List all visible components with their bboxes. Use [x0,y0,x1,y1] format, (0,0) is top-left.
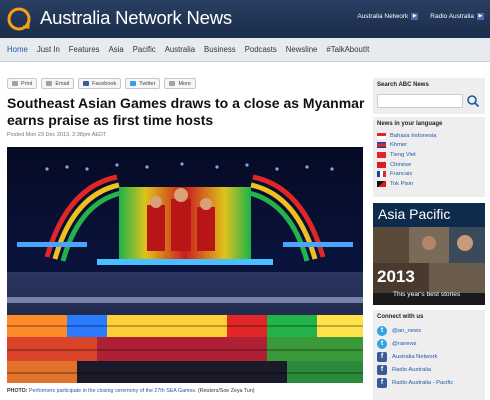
search-panel: Search ABC News [373,78,485,114]
connect-panel: Connect with us t @an_news t @ranews f A… [373,310,485,400]
plus-icon [169,81,176,86]
twitter-label: Twitter [139,80,156,87]
top-link-radio-australia[interactable]: Radio Australia ▶ [430,13,484,20]
language-item-chinese[interactable]: Chinese [377,160,481,170]
language-label: Bahasa Indonesia [390,132,437,139]
print-button[interactable]: Print [7,78,38,89]
caption-label: PHOTO: [7,388,28,394]
language-item-tok-pisin[interactable]: Tok Pisin [377,179,481,189]
abc-logo-icon[interactable] [6,6,32,32]
search-input[interactable] [377,94,463,108]
envelope-icon [46,81,53,86]
language-label: Khmer [390,142,408,149]
printer-icon [12,81,18,86]
article-headline: Southeast Asian Games draws to a close a… [7,95,365,128]
arrow-right-icon: ▶ [411,13,419,20]
nav-item-australia[interactable]: Australia [165,45,195,54]
language-label: Tieng Viet [390,151,416,158]
png-flag-icon [377,180,386,187]
language-label: Chinese [390,161,412,168]
nav-item-home[interactable]: Home [7,45,28,54]
arrow-right-icon: ▶ [477,13,484,20]
print-label: Print [21,80,33,87]
social-label: Radio Australia - Pacific [392,379,454,386]
facebook-label: Facebook [92,80,117,87]
site-title[interactable]: Australia Network News [40,7,232,29]
site-header: Australia Network News Australia Network… [0,0,490,38]
search-icon[interactable] [466,94,480,108]
facebook-icon: f [377,351,387,362]
article-dateline: Posted Mon 23 Dec 2013, 2:38pm AEDT [7,132,107,138]
nav-item-asia[interactable]: Asia [109,45,124,54]
vietnam-flag-icon [377,151,386,158]
indonesia-flag-icon [377,132,386,139]
social-link-australia-network-facebook[interactable]: f Australia Network [377,350,481,363]
social-link-radio-australia-pacific-facebook[interactable]: f Radio Australia - Pacific [377,376,481,389]
language-item-bahasa-indonesia[interactable]: Bahasa Indonesia [377,131,481,141]
twitter-icon [130,81,137,86]
social-label: @an_news [392,327,422,334]
closing-ceremony-image [7,147,363,383]
nav-item-newsline[interactable]: Newsline [286,45,318,54]
nav-item-pacific[interactable]: Pacific [133,45,156,54]
france-flag-icon [377,171,386,178]
top-link-label: Radio Australia [430,13,474,20]
social-link-radio-australia-facebook[interactable]: f Radio Australia [377,363,481,376]
facebook-share-button[interactable]: Facebook [78,78,122,89]
china-flag-icon [377,161,386,168]
nav-item-talkaboutit[interactable]: #TalkAboutIt [326,45,369,54]
search-title: Search ABC News [377,82,429,88]
photo-caption: PHOTO: Performers participate in the clo… [7,388,255,394]
email-button[interactable]: Email [41,78,75,89]
language-item-francais[interactable]: Francais [377,169,481,179]
language-label: Francais [390,171,413,178]
facebook-icon: f [377,377,387,388]
languages-panel: News in your language Bahasa Indonesia K… [373,117,485,197]
top-link-australia-network[interactable]: Australia Network ▶ [357,13,419,20]
language-item-tieng-viet[interactable]: Tieng Viet [377,150,481,160]
facebook-icon: f [377,364,387,375]
nav-item-podcasts[interactable]: Podcasts [245,45,277,54]
social-link-ranews-twitter[interactable]: t @ranews [377,337,481,350]
social-label: Radio Australia [392,366,431,373]
social-link-an-news-twitter[interactable]: t @an_news [377,324,481,337]
caption-credit: (Reuters/Soe Zeya Tun) [198,388,255,394]
twitter-icon: t [377,338,387,349]
twitter-share-button[interactable]: Twitter [125,78,161,89]
social-label: @ranews [392,340,417,347]
article-photo[interactable] [7,147,363,383]
nav-item-just-in[interactable]: Just In [37,45,60,54]
facebook-icon [83,81,90,86]
language-item-khmer[interactable]: Khmer [377,141,481,151]
nav-item-business[interactable]: Business [204,45,236,54]
caption-text[interactable]: Performers participate in the closing ce… [29,388,197,394]
main-nav: Home Just In Features Asia Pacific Austr… [0,38,490,62]
asia-pacific-2013-promo[interactable]: Asia Pacific 2013 This year's best stori… [373,203,485,305]
share-bar: Print Email Facebook Twitter More [7,78,196,89]
promo-title: Asia Pacific [378,206,451,222]
promo-subtitle: This year's best stories [393,291,461,298]
more-label: More [178,80,191,87]
language-label: Tok Pisin [390,180,414,187]
top-link-label: Australia Network [357,13,409,20]
cambodia-flag-icon [377,142,386,149]
twitter-icon: t [377,325,387,336]
social-label: Australia Network [392,353,438,360]
connect-title: Connect with us [377,314,424,320]
top-links: Australia Network ▶ Radio Australia ▶ [357,13,484,20]
promo-year: 2013 [377,267,415,286]
nav-item-features[interactable]: Features [69,45,100,54]
languages-title: News in your language [377,121,443,127]
more-share-button[interactable]: More [164,78,196,89]
email-label: Email [55,80,70,87]
